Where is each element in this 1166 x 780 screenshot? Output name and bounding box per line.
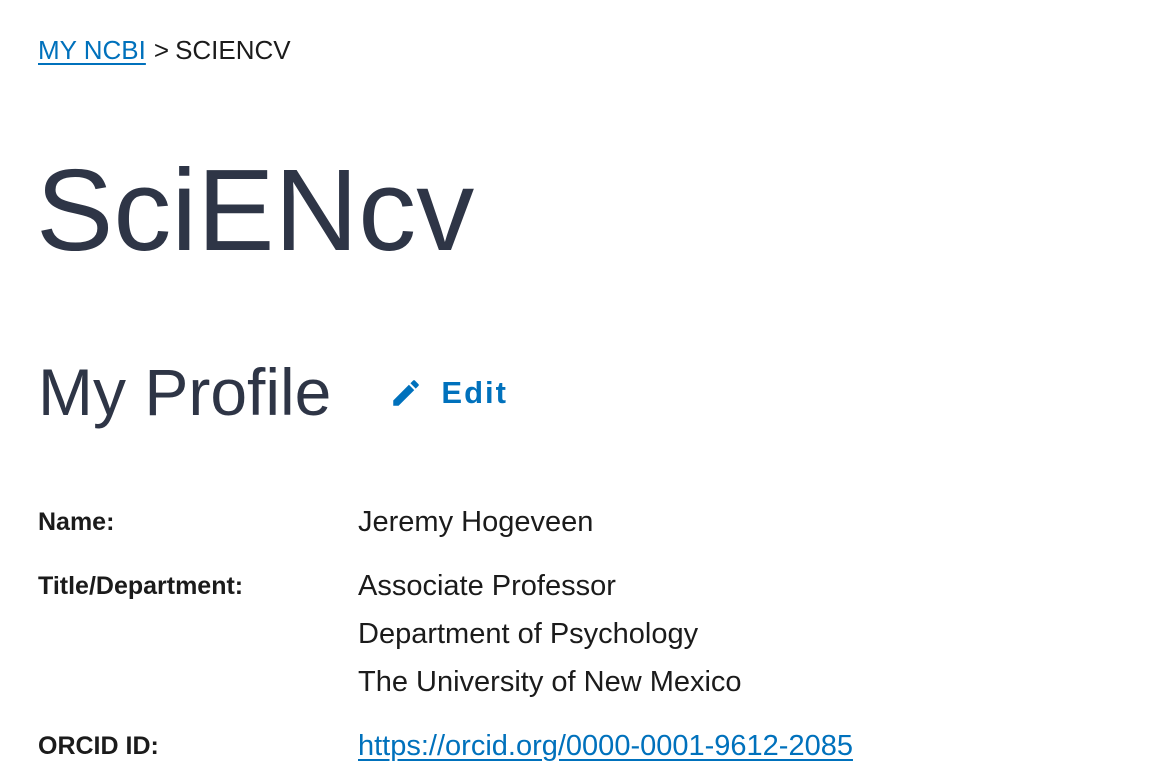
title-department-value: Associate Professor Department of Psycho…: [358, 562, 742, 706]
breadcrumb-link-my-ncbi[interactable]: MY NCBI: [38, 35, 146, 65]
department-line: Department of Psychology: [358, 618, 699, 650]
profile-row-title: Title/Department: Associate Professor De…: [38, 562, 853, 722]
section-title: My Profile: [38, 355, 332, 429]
pencil-icon: [389, 376, 423, 410]
institution-line: The University of New Mexico: [358, 666, 742, 698]
title-line: Associate Professor: [358, 570, 616, 602]
profile-header: My Profile Edit: [38, 350, 508, 434]
profile-row-name: Name: Jeremy Hogeveen: [38, 498, 853, 562]
orcid-value: https://orcid.org/0000-0001-9612-2085: [358, 722, 853, 770]
orcid-label: ORCID ID:: [38, 732, 159, 760]
title-department-label: Title/Department:: [38, 572, 244, 600]
orcid-link[interactable]: https://orcid.org/0000-0001-9612-2085: [358, 730, 853, 762]
profile-details: Name: Jeremy Hogeveen Title/Department: …: [38, 498, 853, 770]
profile-row-orcid: ORCID ID: https://orcid.org/0000-0001-96…: [38, 722, 853, 770]
breadcrumb-separator: >: [153, 35, 170, 65]
breadcrumb: MY NCBI > SCIENCV: [38, 34, 291, 66]
edit-profile-button[interactable]: Edit: [389, 373, 508, 411]
name-value: Jeremy Hogeveen: [358, 506, 594, 538]
edit-label: Edit: [441, 375, 508, 410]
app-title: SciENcv: [36, 145, 475, 275]
breadcrumb-current: SCIENCV: [175, 35, 291, 65]
name-label: Name:: [38, 508, 115, 536]
